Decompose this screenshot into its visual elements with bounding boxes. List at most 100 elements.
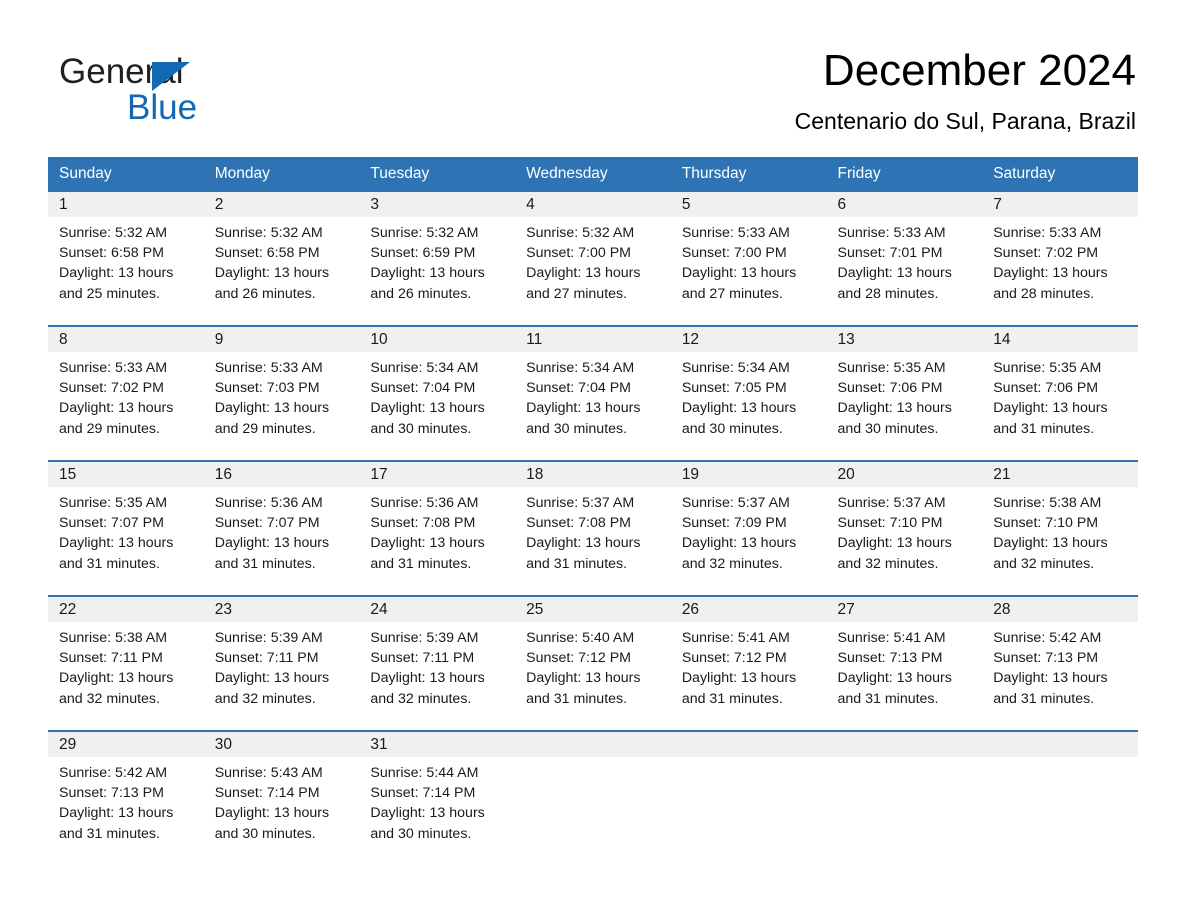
day-number: 28 [982, 597, 1138, 622]
calendar-day-cell[interactable]: 25 Sunrise: 5:40 AM Sunset: 7:12 PM Dayl… [515, 595, 671, 731]
daylight-text-2: and 32 minutes. [214, 690, 316, 707]
sunrise-text: Sunrise: 5:42 AM [59, 765, 168, 781]
day-info: Sunrise: 5:42 AM Sunset: 7:13 PM Dayligh… [982, 622, 1138, 709]
calendar-day-cell[interactable]: 12 Sunrise: 5:34 AM Sunset: 7:05 PM Dayl… [670, 325, 827, 461]
calendar-day-cell[interactable]: 13 Sunrise: 5:35 AM Sunset: 7:06 PM Dayl… [826, 325, 983, 461]
calendar-day-cell[interactable]: 30 Sunrise: 5:43 AM Sunset: 7:14 PM Dayl… [203, 730, 360, 854]
daylight-text-1: Daylight: 13 hours [214, 670, 330, 687]
calendar-day-cell[interactable]: 22 Sunrise: 5:38 AM Sunset: 7:11 PM Dayl… [48, 595, 204, 731]
general-blue-logo: General Blue [59, 52, 359, 132]
day-info: Sunrise: 5:37 AM Sunset: 7:08 PM Dayligh… [515, 487, 671, 574]
calendar-day-cell[interactable]: 29 Sunrise: 5:42 AM Sunset: 7:13 PM Dayl… [48, 730, 204, 854]
day-info: Sunrise: 5:41 AM Sunset: 7:12 PM Dayligh… [671, 622, 827, 709]
sunset-text: Sunset: 7:01 PM [837, 245, 943, 262]
sunset-text: Sunset: 7:11 PM [59, 650, 163, 667]
sunrise-text: Sunrise: 5:38 AM [993, 495, 1102, 511]
calendar-day-cell[interactable]: 21 Sunrise: 5:38 AM Sunset: 7:10 PM Dayl… [982, 460, 1138, 596]
calendar-day-cell[interactable]: 23 Sunrise: 5:39 AM Sunset: 7:11 PM Dayl… [203, 595, 360, 731]
day-info: Sunrise: 5:35 AM Sunset: 7:06 PM Dayligh… [827, 352, 983, 439]
sunset-text: Sunset: 7:11 PM [370, 650, 475, 667]
day-info: Sunrise: 5:43 AM Sunset: 7:14 PM Dayligh… [204, 757, 360, 844]
calendar-day-cell[interactable]: 14 Sunrise: 5:35 AM Sunset: 7:06 PM Dayl… [982, 325, 1138, 461]
calendar-day-cell[interactable]: 16 Sunrise: 5:36 AM Sunset: 7:07 PM Dayl… [203, 460, 360, 596]
daylight-text-1: Daylight: 13 hours [370, 400, 485, 417]
sunset-text: Sunset: 7:06 PM [993, 380, 1099, 397]
calendar-day-cell[interactable]: 26 Sunrise: 5:41 AM Sunset: 7:12 PM Dayl… [670, 595, 827, 731]
sunset-text: Sunset: 7:13 PM [837, 650, 943, 667]
sunrise-text: Sunrise: 5:37 AM [681, 495, 790, 511]
sunset-text: Sunset: 7:00 PM [681, 245, 787, 262]
day-number [670, 732, 827, 757]
sunset-text: Sunset: 7:03 PM [214, 380, 320, 397]
daylight-text-2: and 31 minutes. [59, 555, 160, 572]
calendar-day-cell[interactable]: 1 Sunrise: 5:32 AM Sunset: 6:58 PM Dayli… [48, 192, 204, 326]
calendar-day-cell[interactable]: 17 Sunrise: 5:36 AM Sunset: 7:08 PM Dayl… [359, 460, 516, 596]
sunset-text: Sunset: 7:11 PM [214, 650, 319, 667]
day-number: 7 [982, 192, 1138, 217]
calendar-day-cell[interactable]: 18 Sunrise: 5:37 AM Sunset: 7:08 PM Dayl… [515, 460, 671, 596]
sunset-text: Sunset: 7:06 PM [837, 380, 943, 397]
calendar-day-cell[interactable]: 11 Sunrise: 5:34 AM Sunset: 7:04 PM Dayl… [515, 325, 671, 461]
daylight-text-2: and 31 minutes. [526, 555, 628, 572]
calendar-week-row: 22 Sunrise: 5:38 AM Sunset: 7:11 PM Dayl… [48, 595, 1138, 731]
daylight-text-2: and 31 minutes. [993, 690, 1095, 707]
calendar-day-cell[interactable]: 2 Sunrise: 5:32 AM Sunset: 6:58 PM Dayli… [203, 192, 360, 326]
calendar-day-cell[interactable]: 5 Sunrise: 5:33 AM Sunset: 7:00 PM Dayli… [670, 192, 827, 326]
calendar-day-cell[interactable]: 27 Sunrise: 5:41 AM Sunset: 7:13 PM Dayl… [826, 595, 983, 731]
calendar-day-cell[interactable]: 31 Sunrise: 5:44 AM Sunset: 7:14 PM Dayl… [359, 730, 516, 854]
daylight-text-1: Daylight: 13 hours [993, 670, 1108, 687]
sunrise-text: Sunrise: 5:33 AM [681, 225, 790, 241]
daylight-text-2: and 31 minutes. [370, 555, 472, 572]
sunset-text: Sunset: 7:07 PM [214, 515, 320, 532]
calendar-day-cell[interactable]: 28 Sunrise: 5:42 AM Sunset: 7:13 PM Dayl… [982, 595, 1138, 731]
sunset-text: Sunset: 7:08 PM [370, 515, 476, 532]
day-info: Sunrise: 5:33 AM Sunset: 7:01 PM Dayligh… [827, 217, 983, 304]
calendar-day-cell[interactable]: 19 Sunrise: 5:37 AM Sunset: 7:09 PM Dayl… [670, 460, 827, 596]
day-info: Sunrise: 5:33 AM Sunset: 7:02 PM Dayligh… [982, 217, 1138, 304]
page-subtitle: Centenario do Sul, Parana, Brazil [794, 108, 1136, 134]
calendar-week-row: 8 Sunrise: 5:33 AM Sunset: 7:02 PM Dayli… [48, 325, 1138, 461]
calendar-day-cell[interactable]: 24 Sunrise: 5:39 AM Sunset: 7:11 PM Dayl… [359, 595, 516, 731]
weekday-header-monday: Monday [203, 157, 360, 192]
day-info: Sunrise: 5:32 AM Sunset: 6:59 PM Dayligh… [359, 217, 515, 304]
sunrise-text: Sunrise: 5:32 AM [526, 225, 635, 241]
sunrise-text: Sunrise: 5:33 AM [59, 360, 168, 376]
daylight-text-1: Daylight: 13 hours [681, 535, 797, 552]
sunset-text: Sunset: 7:10 PM [837, 515, 943, 532]
daylight-text-1: Daylight: 13 hours [370, 535, 485, 552]
calendar-head: Sunday Monday Tuesday Wednesday Thursday… [48, 157, 1138, 192]
sunrise-text: Sunrise: 5:36 AM [214, 495, 323, 511]
daylight-text-2: and 26 minutes. [214, 285, 316, 302]
calendar-day-cell[interactable]: 7 Sunrise: 5:33 AM Sunset: 7:02 PM Dayli… [982, 192, 1138, 326]
sunset-text: Sunset: 7:09 PM [681, 515, 787, 532]
daylight-text-2: and 29 minutes. [214, 420, 316, 437]
daylight-text-1: Daylight: 13 hours [993, 535, 1108, 552]
calendar-day-cell[interactable]: 15 Sunrise: 5:35 AM Sunset: 7:07 PM Dayl… [48, 460, 204, 596]
sunset-text: Sunset: 7:12 PM [681, 650, 787, 667]
daylight-text-1: Daylight: 13 hours [993, 265, 1108, 282]
calendar-week-row: 29 Sunrise: 5:42 AM Sunset: 7:13 PM Dayl… [48, 730, 1138, 854]
calendar-body: 1 Sunrise: 5:32 AM Sunset: 6:58 PM Dayli… [48, 192, 1138, 854]
day-number: 27 [826, 597, 983, 622]
calendar-day-cell[interactable]: 9 Sunrise: 5:33 AM Sunset: 7:03 PM Dayli… [203, 325, 360, 461]
calendar-day-cell[interactable]: 4 Sunrise: 5:32 AM Sunset: 7:00 PM Dayli… [515, 192, 671, 326]
day-number [515, 732, 671, 757]
daylight-text-1: Daylight: 13 hours [59, 670, 174, 687]
calendar-day-cell[interactable]: 8 Sunrise: 5:33 AM Sunset: 7:02 PM Dayli… [48, 325, 204, 461]
sunrise-text: Sunrise: 5:33 AM [214, 360, 323, 376]
day-number: 20 [826, 462, 983, 487]
daylight-text-2: and 32 minutes. [993, 555, 1095, 572]
calendar-day-cell[interactable]: 6 Sunrise: 5:33 AM Sunset: 7:01 PM Dayli… [826, 192, 983, 326]
calendar-week-row: 15 Sunrise: 5:35 AM Sunset: 7:07 PM Dayl… [48, 460, 1138, 596]
daylight-text-1: Daylight: 13 hours [59, 265, 174, 282]
calendar-day-cell[interactable]: 10 Sunrise: 5:34 AM Sunset: 7:04 PM Dayl… [359, 325, 516, 461]
day-info: Sunrise: 5:44 AM Sunset: 7:14 PM Dayligh… [359, 757, 515, 844]
daylight-text-1: Daylight: 13 hours [214, 265, 330, 282]
calendar-day-cell[interactable]: 20 Sunrise: 5:37 AM Sunset: 7:10 PM Dayl… [826, 460, 983, 596]
sunrise-text: Sunrise: 5:33 AM [993, 225, 1102, 241]
daylight-text-2: and 25 minutes. [59, 285, 160, 302]
calendar-day-cell[interactable]: 3 Sunrise: 5:32 AM Sunset: 6:59 PM Dayli… [359, 192, 516, 326]
weekday-header-friday: Friday [826, 157, 983, 192]
day-number: 4 [515, 192, 671, 217]
daylight-text-2: and 31 minutes. [681, 690, 783, 707]
